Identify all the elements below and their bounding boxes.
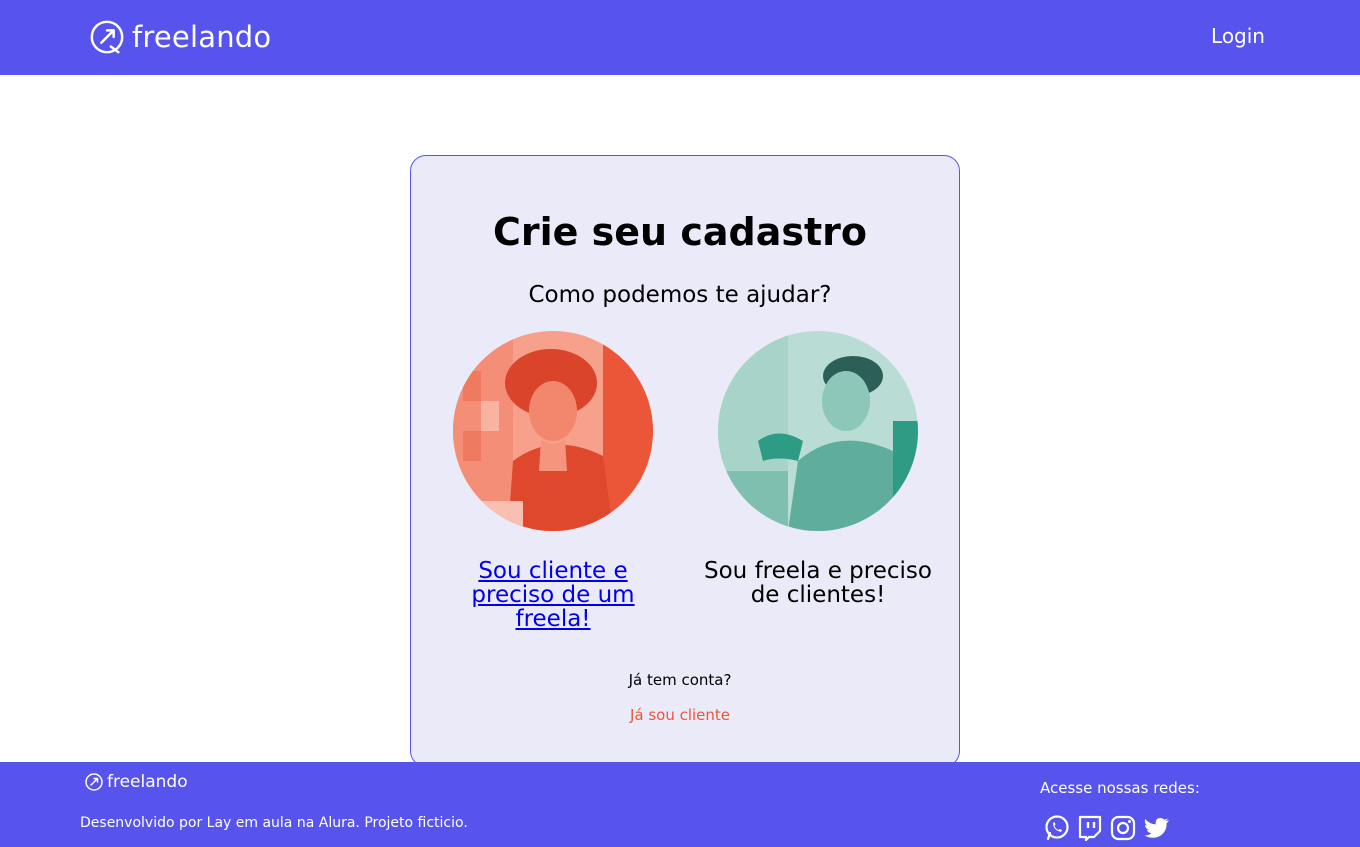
freela-option-text[interactable]: Sou freela e preciso de clientes! xyxy=(695,559,941,607)
client-photo[interactable] xyxy=(453,331,653,531)
freelando-logo-icon xyxy=(90,20,124,54)
client-illustration xyxy=(453,331,653,531)
top-navigation-bar: freelando Login xyxy=(0,0,1360,75)
already-client-link[interactable]: Já sou cliente xyxy=(0,706,1360,724)
twitter-icon[interactable] xyxy=(1143,814,1171,842)
footer-logo: freelando xyxy=(84,771,188,793)
freela-photo[interactable] xyxy=(718,331,918,531)
freelando-logo-icon xyxy=(85,773,103,791)
footer-brand-name: freelando xyxy=(107,771,188,792)
login-link[interactable]: Login xyxy=(1211,24,1265,48)
footer: freelando Desenvolvido por Lay em aula n… xyxy=(0,762,1360,847)
client-option-link[interactable]: Sou cliente e preciso de um freela! xyxy=(453,559,653,631)
twitch-icon[interactable] xyxy=(1076,814,1104,842)
freela-illustration xyxy=(718,331,918,531)
freelando-logo[interactable]: freelando xyxy=(88,17,271,57)
whatsapp-icon[interactable] xyxy=(1043,814,1071,842)
instagram-icon[interactable] xyxy=(1109,814,1137,842)
page-subtitle: Como podemos te ajudar? xyxy=(528,282,832,308)
footer-credit: Desenvolvido por Lay em aula na Alura. P… xyxy=(80,815,468,831)
has-account-text: Já tem conta? xyxy=(628,671,732,689)
page-title: Crie seu cadastro xyxy=(493,210,867,254)
social-label: Acesse nossas redes: xyxy=(1040,779,1200,797)
brand-name: freelando xyxy=(132,19,272,54)
